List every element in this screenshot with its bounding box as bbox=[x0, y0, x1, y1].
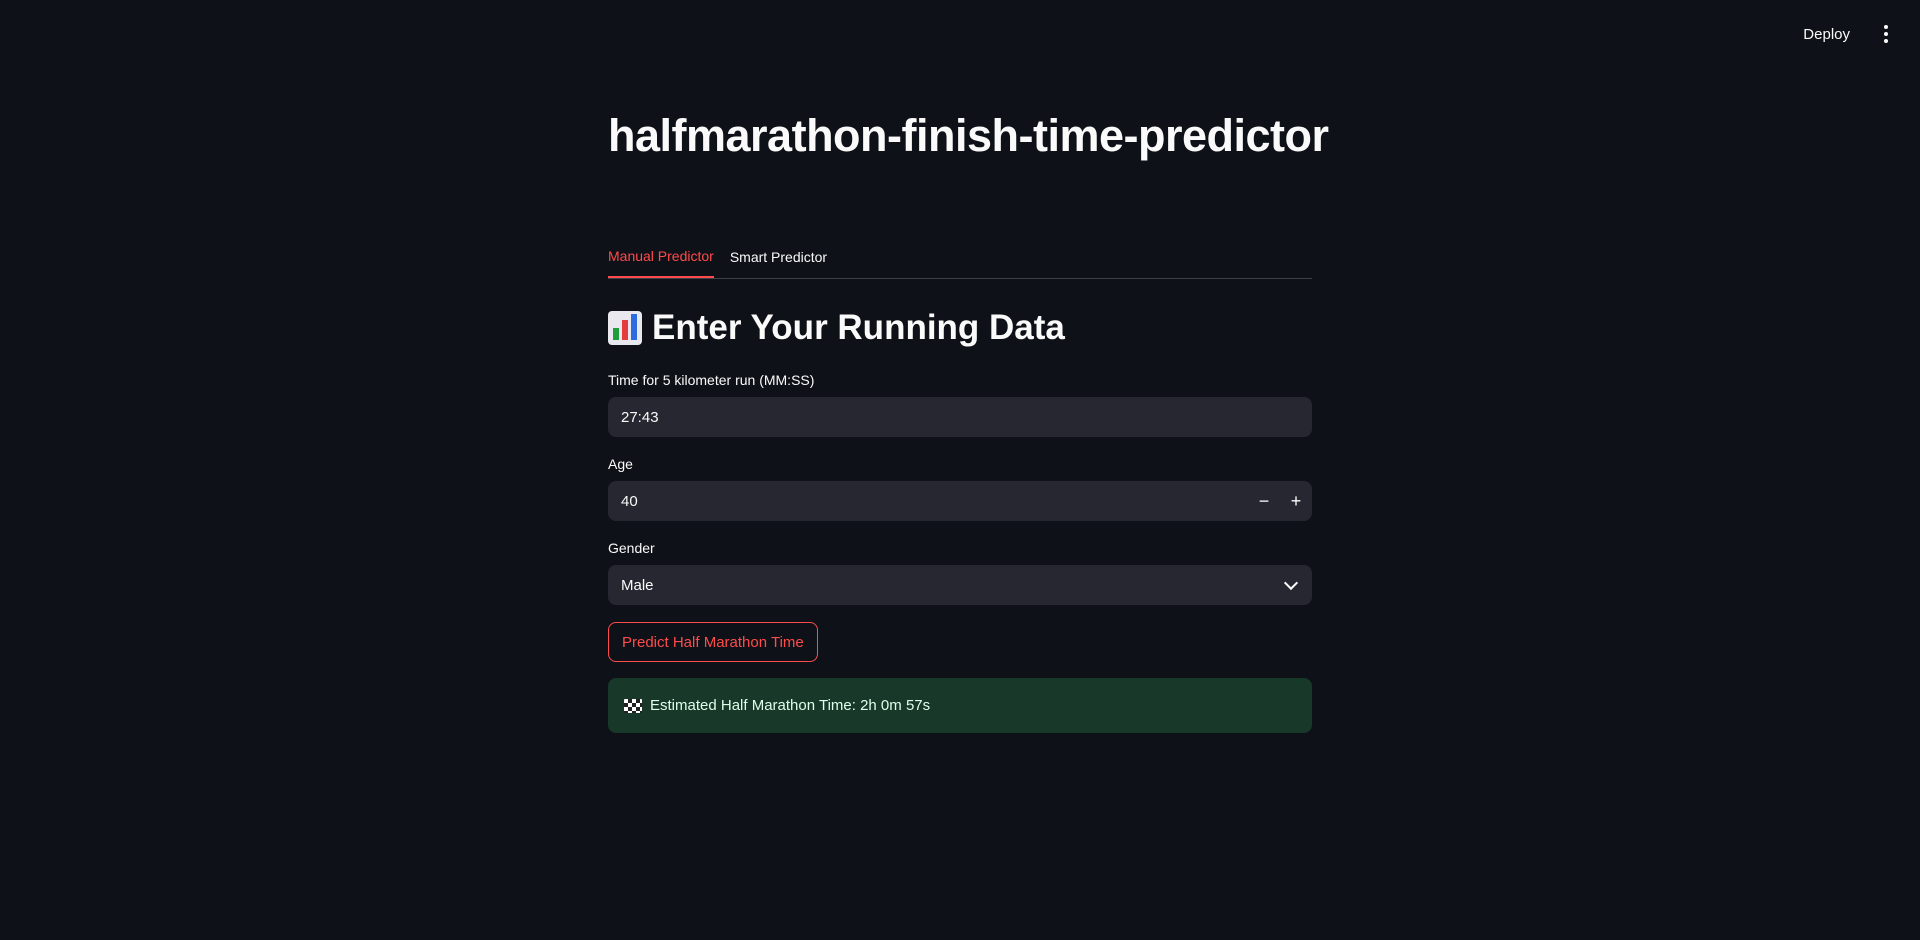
age-stepper[interactable]: 40 − + bbox=[608, 481, 1312, 521]
decrement-button[interactable]: − bbox=[1248, 481, 1280, 521]
top-toolbar: Deploy bbox=[1791, 0, 1920, 68]
increment-button[interactable]: + bbox=[1280, 481, 1312, 521]
section-heading: Enter Your Running Data bbox=[608, 308, 1065, 348]
gender-field-label: Gender bbox=[608, 540, 655, 556]
checkered-flag-icon bbox=[624, 698, 642, 713]
result-text: Estimated Half Marathon Time: 2h 0m 57s bbox=[650, 697, 931, 714]
age-field-label: Age bbox=[608, 456, 633, 472]
time-input-value: 27:43 bbox=[621, 408, 659, 426]
time-input[interactable]: 27:43 bbox=[608, 397, 1312, 437]
time-field-label: Time for 5 kilometer run (MM:SS) bbox=[608, 372, 815, 388]
result-alert: Estimated Half Marathon Time: 2h 0m 57s bbox=[608, 678, 1312, 733]
stepper-buttons: − + bbox=[1248, 481, 1312, 521]
chevron-down-icon bbox=[1283, 575, 1299, 591]
section-heading-text: Enter Your Running Data bbox=[652, 308, 1065, 347]
predict-button[interactable]: Predict Half Marathon Time bbox=[608, 622, 818, 662]
gender-selected-value: Male bbox=[621, 576, 654, 594]
kebab-menu-icon[interactable] bbox=[1870, 18, 1902, 50]
tab-manual-predictor[interactable]: Manual Predictor bbox=[608, 236, 714, 278]
bar-chart-icon bbox=[608, 311, 642, 345]
gender-select[interactable]: Male bbox=[608, 565, 1312, 605]
deploy-button[interactable]: Deploy bbox=[1791, 18, 1862, 51]
page-title: halfmarathon-finish-time-predictor bbox=[608, 110, 1329, 161]
tab-smart-predictor[interactable]: Smart Predictor bbox=[730, 236, 827, 278]
tab-bar: Manual Predictor Smart Predictor bbox=[608, 236, 1312, 279]
age-input-value: 40 bbox=[621, 492, 638, 510]
